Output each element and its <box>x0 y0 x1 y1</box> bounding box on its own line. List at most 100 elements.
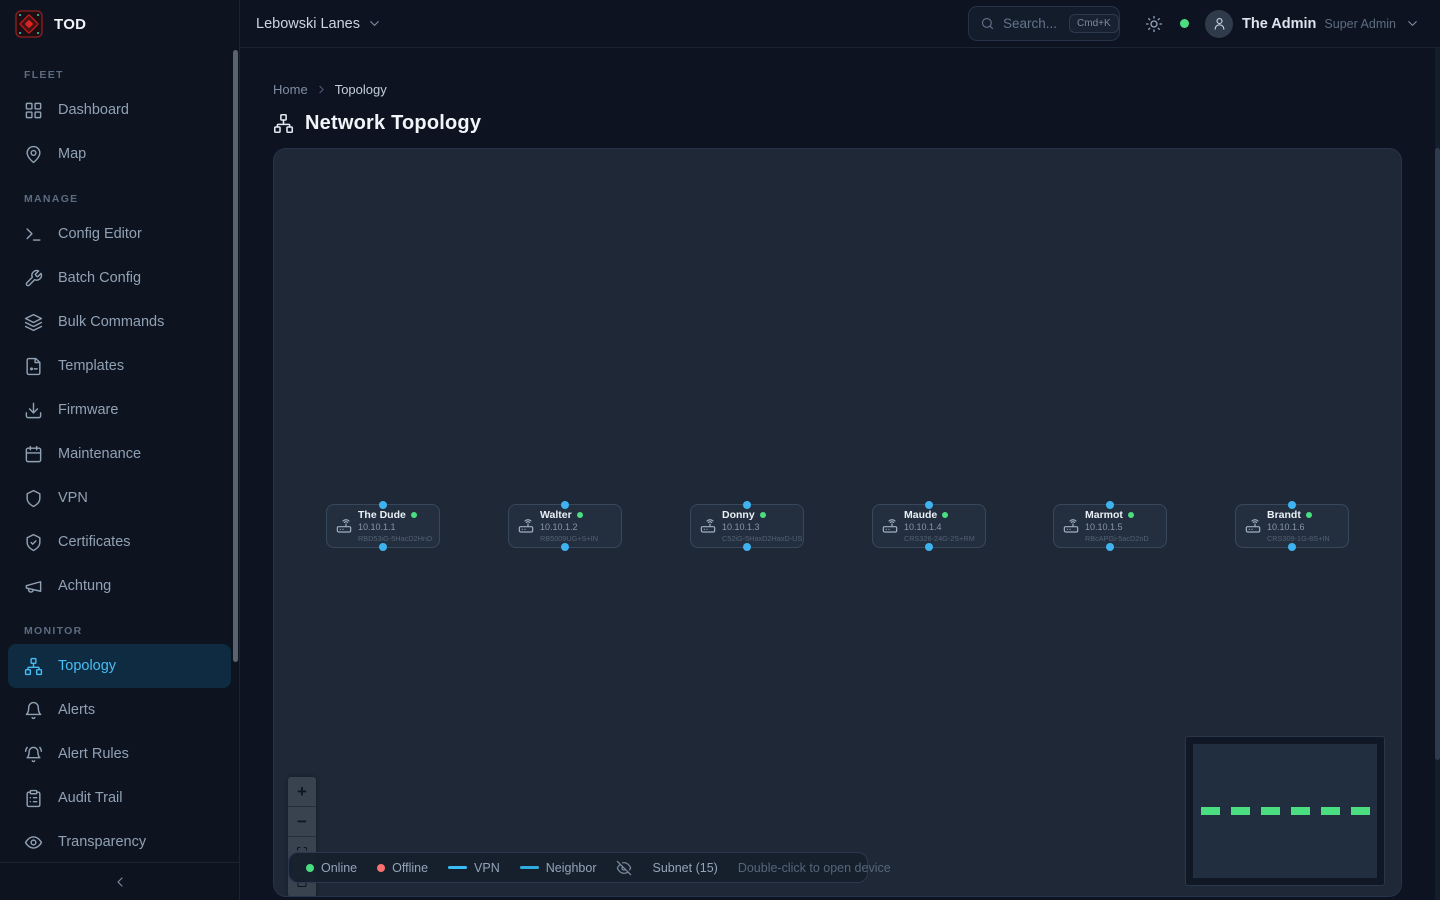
bell-icon <box>24 701 43 720</box>
node-handle-top[interactable] <box>561 501 569 509</box>
legend-label: Neighbor <box>546 861 597 875</box>
terminal-icon <box>24 225 43 244</box>
node-handle-top[interactable] <box>743 501 751 509</box>
org-switcher[interactable]: Lebowski Lanes <box>256 16 382 32</box>
sidebar-item-label: Alerts <box>58 702 95 718</box>
calendar-icon <box>24 445 43 464</box>
node-handle-bottom[interactable] <box>1288 543 1296 551</box>
legend-online: Online <box>306 861 357 875</box>
sidebar-item-vpn[interactable]: VPN <box>8 476 231 520</box>
sidebar-collapse-button[interactable] <box>0 862 239 900</box>
wrench-icon <box>24 269 43 288</box>
status-dot-online <box>1306 512 1312 518</box>
sidebar-item-firmware[interactable]: Firmware <box>8 388 231 432</box>
node-handle-bottom[interactable] <box>379 543 387 551</box>
legend-hint-text: Double-click to open device <box>738 861 891 875</box>
sidebar-item-alerts[interactable]: Alerts <box>8 688 231 732</box>
device-node-marmot[interactable]: Marmot 10.10.1.5 RBcAPGi-5acD2nD <box>1053 504 1167 548</box>
chevron-down-icon <box>1405 16 1420 31</box>
sidebar-item-label: Templates <box>58 358 124 374</box>
content: Home Topology Network Topology The Dude … <box>240 48 1440 897</box>
sidebar-item-achtung[interactable]: Achtung <box>8 564 231 608</box>
device-node-maude[interactable]: Maude 10.10.1.4 CRS326-24G-2S+RM <box>872 504 986 548</box>
org-name: Lebowski Lanes <box>256 16 360 32</box>
sidebar-item-label: Config Editor <box>58 226 142 242</box>
device-ip: 10.10.1.6 <box>1267 523 1330 532</box>
nav-section-manage: MANAGE Config Editor Batch Config Bulk C… <box>0 186 239 608</box>
minimap-node <box>1351 807 1370 815</box>
device-node-walter[interactable]: Walter 10.10.1.2 RB5009UG+S+IN <box>508 504 622 548</box>
node-handle-top[interactable] <box>925 501 933 509</box>
legend-bar: Online Offline VPN Neighbor <box>288 852 868 883</box>
node-handle-top[interactable] <box>379 501 387 509</box>
device-model: CRS309-1G-8S+IN <box>1267 535 1330 542</box>
sidebar-item-templates[interactable]: Templates <box>8 344 231 388</box>
sidebar-item-label: VPN <box>58 490 88 506</box>
sidebar-item-bulk-commands[interactable]: Bulk Commands <box>8 300 231 344</box>
sidebar-scrollbar[interactable] <box>233 50 238 662</box>
router-icon <box>1245 518 1261 534</box>
node-handle-top[interactable] <box>1288 501 1296 509</box>
device-name: Walter <box>540 510 572 521</box>
sidebar-item-maintenance[interactable]: Maintenance <box>8 432 231 476</box>
legend-subnet-toggle[interactable] <box>616 860 632 876</box>
node-handle-bottom[interactable] <box>925 543 933 551</box>
sidebar-nav: FLEET Dashboard Map MANAGE Config Editor… <box>0 48 239 862</box>
network-icon <box>273 113 294 134</box>
sidebar-item-label: Batch Config <box>58 270 141 286</box>
sidebar-item-label: Certificates <box>58 534 131 550</box>
zoom-out-button[interactable]: − <box>288 807 316 837</box>
zoom-in-button[interactable]: + <box>288 777 316 807</box>
brand-name: TOD <box>54 16 86 33</box>
sidebar-item-label: Audit Trail <box>58 790 122 806</box>
sidebar-item-batch-config[interactable]: Batch Config <box>8 256 231 300</box>
sidebar-item-audit-trail[interactable]: Audit Trail <box>8 776 231 820</box>
nav-section-monitor: MONITOR Topology Alerts Alert Rules Audi… <box>0 618 239 862</box>
device-node-the-dude[interactable]: The Dude 10.10.1.1 RBD53iG-5HacD2HnD <box>326 504 440 548</box>
device-name: Maude <box>904 510 937 521</box>
legend-neighbor: Neighbor <box>520 861 597 875</box>
device-node-donny[interactable]: Donny 10.10.1.3 C52iG-5HaxD2HaxD-US <box>690 504 804 548</box>
status-dot-online <box>942 512 948 518</box>
sidebar-item-alert-rules[interactable]: Alert Rules <box>8 732 231 776</box>
legend-label: Online <box>321 861 357 875</box>
device-model: RB5009UG+S+IN <box>540 535 598 542</box>
layers-icon <box>24 313 43 332</box>
node-text: The Dude 10.10.1.1 RBD53iG-5HacD2HnD <box>358 510 432 543</box>
search-box[interactable]: Cmd+K <box>968 6 1120 41</box>
topology-canvas[interactable]: The Dude 10.10.1.1 RBD53iG-5HacD2HnD Wal… <box>273 148 1402 897</box>
main-area: Lebowski Lanes Cmd+K The Admin Super Adm… <box>240 0 1440 900</box>
page-scrollbar-thumb[interactable] <box>1435 148 1440 760</box>
page-scrollbar[interactable] <box>1435 48 1440 900</box>
minimap-node <box>1231 807 1250 815</box>
legend-offline: Offline <box>377 861 428 875</box>
sidebar-item-topology[interactable]: Topology <box>8 644 231 688</box>
topbar: Lebowski Lanes Cmd+K The Admin Super Adm… <box>240 0 1440 48</box>
sidebar-item-map[interactable]: Map <box>8 132 231 176</box>
sidebar-item-transparency[interactable]: Transparency <box>8 820 231 862</box>
sidebar-item-label: Dashboard <box>58 102 129 118</box>
chevron-left-icon <box>112 874 128 890</box>
sidebar-item-label: Firmware <box>58 402 118 418</box>
legend-subnet-count: Subnet (15) <box>652 861 717 875</box>
node-handle-bottom[interactable] <box>561 543 569 551</box>
minimap[interactable] <box>1185 736 1385 886</box>
breadcrumb-home[interactable]: Home <box>273 82 308 97</box>
node-text: Donny 10.10.1.3 C52iG-5HaxD2HaxD-US <box>722 510 802 543</box>
node-handle-bottom[interactable] <box>743 543 751 551</box>
sidebar-item-certificates[interactable]: Certificates <box>8 520 231 564</box>
user-name: The Admin <box>1242 16 1316 32</box>
node-handle-bottom[interactable] <box>1106 543 1114 551</box>
bell-ring-icon <box>24 745 43 764</box>
user-menu-button[interactable] <box>1405 16 1420 31</box>
avatar[interactable] <box>1205 10 1233 38</box>
status-dot-online <box>411 512 417 518</box>
device-node-brandt[interactable]: Brandt 10.10.1.6 CRS309-1G-8S+IN <box>1235 504 1349 548</box>
search-input[interactable] <box>1003 16 1061 31</box>
sidebar-item-config-editor[interactable]: Config Editor <box>8 212 231 256</box>
chevron-down-icon <box>367 16 382 31</box>
node-handle-top[interactable] <box>1106 501 1114 509</box>
sidebar-item-dashboard[interactable]: Dashboard <box>8 88 231 132</box>
theme-toggle-button[interactable] <box>1145 15 1163 33</box>
router-icon <box>700 518 716 534</box>
